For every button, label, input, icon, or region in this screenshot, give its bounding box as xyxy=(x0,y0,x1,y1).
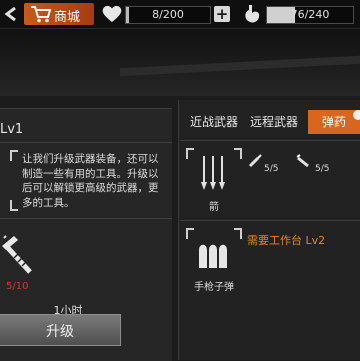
shop-button[interactable]: 商城 xyxy=(24,3,94,25)
shop-label: 商城 xyxy=(54,10,81,25)
level-title: Lv1 xyxy=(0,122,24,137)
requirement-text: 需要工作台 Lv2 xyxy=(247,234,326,247)
shopping-cart-icon xyxy=(31,6,52,23)
item-pistol-ammo[interactable]: 手枪子弹 xyxy=(186,228,242,293)
upgrade-button[interactable]: 升级 xyxy=(0,314,121,346)
add-health-button[interactable]: + xyxy=(214,6,230,22)
item-arrows-name: 箭 xyxy=(209,202,219,213)
bracket-corner xyxy=(186,228,194,239)
bullets-icon xyxy=(199,244,227,268)
divider xyxy=(0,218,172,219)
upgrade-button-label: 升级 xyxy=(46,324,74,340)
health-bar: 8/200 xyxy=(125,6,211,24)
tab-melee[interactable]: 近战武器 xyxy=(190,110,246,134)
tab-ranged[interactable]: 远程武器 xyxy=(250,110,306,134)
bracket-corner xyxy=(10,200,18,211)
health-text: 8/200 xyxy=(152,8,184,21)
hunger-bar: 76/240 xyxy=(266,6,354,24)
notification-dot xyxy=(353,110,360,120)
divider xyxy=(180,140,360,141)
item-arrows[interactable]: 箭 xyxy=(186,148,242,213)
heart-icon xyxy=(102,5,122,23)
bullets-icon xyxy=(296,154,309,168)
divider xyxy=(0,142,172,143)
hammer-icon xyxy=(2,235,32,274)
item-pistol-ammo-name: 手枪子弹 xyxy=(194,282,234,293)
bracket-corner xyxy=(234,228,242,239)
bracket-corner xyxy=(186,148,194,159)
material-count: 5/10 xyxy=(6,281,29,292)
bullets-icon xyxy=(248,154,262,168)
back-button[interactable] xyxy=(0,0,22,28)
back-arrow-icon xyxy=(4,6,16,22)
upgrade-description: 让我们升级武器装备，还可以制造一些有用的工具。升级以后可以解锁更高级的武器，更多… xyxy=(22,153,159,209)
bracket-corner xyxy=(234,148,242,159)
material-count: 5/5 xyxy=(315,164,330,174)
material-count: 5/5 xyxy=(264,164,279,174)
bracket-corner xyxy=(10,150,18,161)
plus-icon: + xyxy=(215,5,229,23)
hunger-text: 76/240 xyxy=(290,8,330,21)
divider xyxy=(180,220,360,221)
stomach-icon xyxy=(245,5,260,23)
arrows-icon xyxy=(201,156,225,190)
